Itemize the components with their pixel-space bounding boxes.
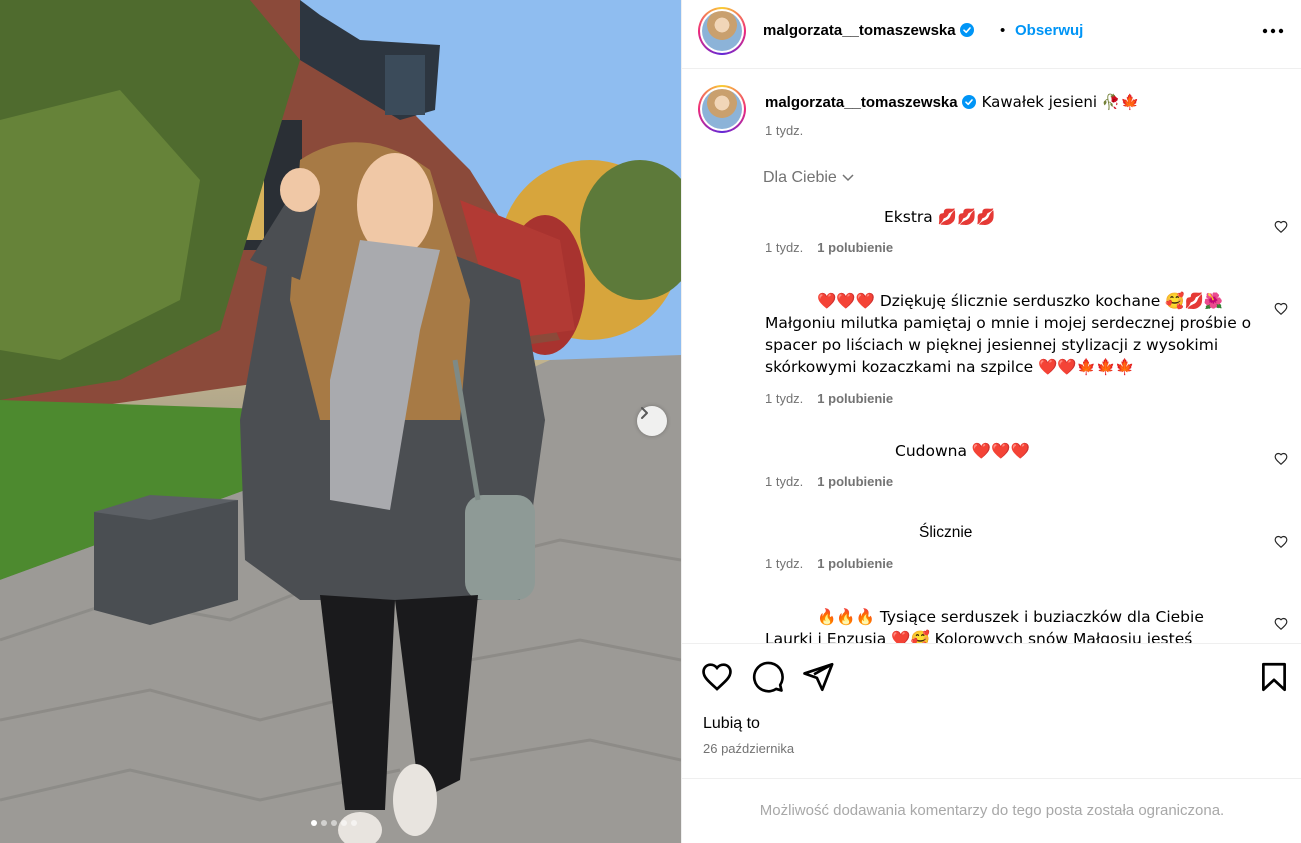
more-options-icon[interactable] [1260,20,1286,42]
comment-meta: 1 tydz. 1 polubienie [765,388,1255,410]
comment-time: 1 tydz. [765,240,804,255]
caption-time: 1 tydz. [765,123,804,138]
comments-section[interactable]: malgorzata__tomaszewska Kawałek jesieni 🥀… [682,70,1301,643]
next-slide-icon [641,407,648,419]
carousel-dot [331,820,337,826]
post-date[interactable]: 26 października [703,741,794,756]
verified-badge-icon [959,23,974,37]
carousel-dot [351,820,357,826]
chevron-down-icon [842,174,854,182]
separator-dot: • [1000,22,1006,39]
comments-filter-dropdown[interactable]: Dla Ciebie [763,169,855,187]
comment-like-icon[interactable] [1274,302,1288,316]
comment-likes[interactable]: 1 polubienie [817,556,893,571]
comment-time: 1 tydz. [765,474,804,489]
verified-badge-icon [961,95,976,109]
comment-item: Ślicznie 1 tydz. 1 polubienie [765,522,1255,575]
save-icon[interactable] [1257,660,1291,694]
comment-meta: 1 tydz. 1 polubienie [765,237,1255,259]
filter-label: Dla Ciebie [763,169,837,186]
post-header: malgorzata__tomaszewska • Obserwuj [682,0,1301,69]
follow-button[interactable]: Obserwuj [1015,22,1083,39]
caption-username[interactable]: malgorzata__tomaszewska [765,94,976,111]
carousel-dot [311,820,317,826]
post-actions: Lubią to 26 października [682,643,1301,779]
comment-meta: 1 tydz. 1 polubienie [765,471,1255,493]
comment-like-icon[interactable] [1274,220,1288,234]
comment-item: ❤️❤️❤️ Dziękuję ślicznie serduszko kocha… [765,290,1255,410]
share-icon[interactable] [801,660,835,694]
carousel-dot [321,820,327,826]
comment-likes[interactable]: 1 polubienie [817,240,893,255]
comment-meta: 1 tydz. 1 polubienie [765,553,1255,575]
next-slide-button[interactable] [637,406,667,436]
comment-item: Cudowna ❤️❤️❤️ 1 tydz. 1 polubienie [765,440,1255,493]
avatar[interactable] [698,7,746,55]
comment-like-icon[interactable] [1274,535,1288,549]
caption-line: malgorzata__tomaszewska Kawałek jesieni 🥀… [765,93,1139,111]
comment-item: 🔥🔥🔥 Tysiące serduszek i buziaczków dla C… [765,606,1255,643]
avatar[interactable] [698,85,746,133]
carousel-dots [311,820,357,826]
comment-text: ❤️❤️❤️ Dziękuję ślicznie serduszko kocha… [765,292,1252,376]
comments-limited-notice: Możliwość dodawania komentarzy do tego p… [759,802,1225,819]
author-username[interactable]: malgorzata__tomaszewska [763,22,974,39]
liked-by-label[interactable]: Lubią to [703,715,760,733]
comment-time: 1 tydz. [765,556,804,571]
carousel-dot [341,820,347,826]
like-icon[interactable] [700,660,734,694]
comment-icon[interactable] [751,660,785,694]
comment-like-icon[interactable] [1274,617,1288,631]
comment-item: Ekstra 💋💋💋 1 tydz. 1 polubienie [765,206,1255,259]
comment-likes[interactable]: 1 polubienie [817,391,893,406]
comment-time: 1 tydz. [765,391,804,406]
caption-text: Kawałek jesieni 🥀🍁 [981,93,1140,111]
comment-likes[interactable]: 1 polubienie [817,474,893,489]
post-side-panel: malgorzata__tomaszewska • Obserwuj malgo… [681,0,1301,843]
comment-text: Ekstra 💋💋💋 [884,208,996,226]
comment-text: Ślicznie [919,524,973,541]
comment-like-icon[interactable] [1274,452,1288,466]
post-photo-illustration [0,0,681,843]
post-photo[interactable] [0,0,681,843]
comment-text: 🔥🔥🔥 Tysiące serduszek i buziaczków dla C… [765,608,1204,643]
comment-text: Cudowna ❤️❤️❤️ [895,442,1030,460]
